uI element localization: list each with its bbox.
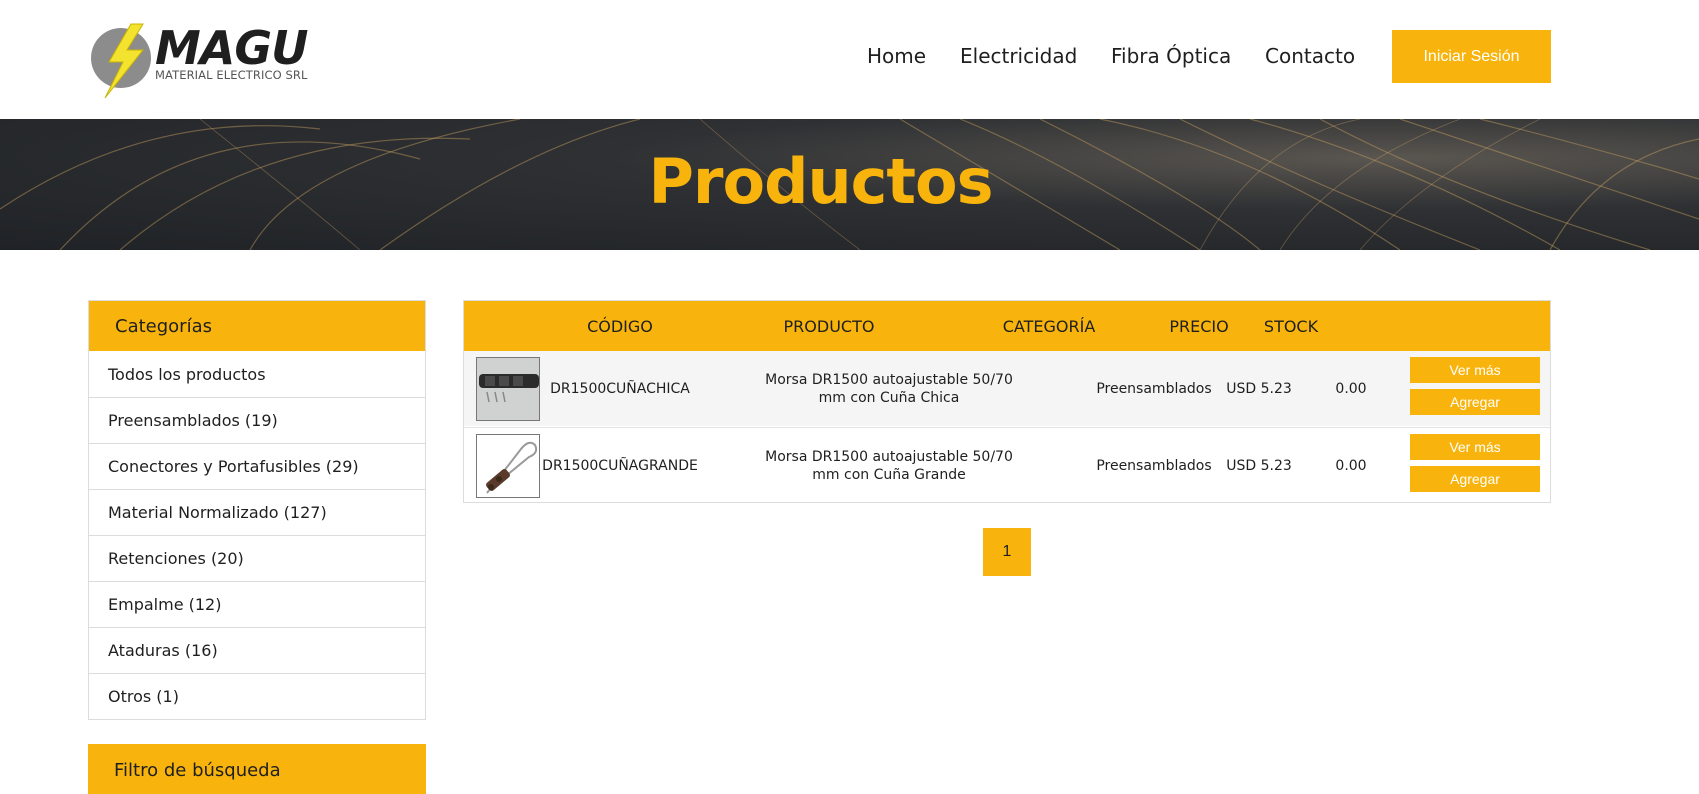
site-header: MAGU MATERIAL ELECTRICO SRL Home Electri… <box>0 0 1699 119</box>
add-to-cart-button[interactable]: Agregar <box>1410 466 1540 492</box>
nav-home[interactable]: Home <box>867 44 926 68</box>
header-categoria: CATEGORÍA <box>1002 316 1096 336</box>
header-precio: PRECIO <box>1169 316 1229 336</box>
nav-fibra-optica[interactable]: Fibra Óptica <box>1111 44 1231 68</box>
category-preensamblados[interactable]: Preensamblados (19) <box>89 397 425 443</box>
product-price: USD 5.23 <box>1226 457 1292 474</box>
category-ataduras[interactable]: Ataduras (16) <box>89 627 425 673</box>
product-price: USD 5.23 <box>1226 380 1292 397</box>
category-retenciones[interactable]: Retenciones (20) <box>89 535 425 581</box>
search-filter-title: Filtro de búsqueda <box>88 744 426 794</box>
header-stock: STOCK <box>1263 316 1319 336</box>
table-header: CÓDIGO PRODUCTO CATEGORÍA PRECIO STOCK <box>464 301 1550 351</box>
add-to-cart-button[interactable]: Agregar <box>1410 389 1540 415</box>
hero-banner: Productos <box>0 119 1699 250</box>
view-more-button[interactable]: Ver más <box>1410 434 1540 460</box>
page-title: Productos <box>648 145 993 218</box>
nav-electricidad[interactable]: Electricidad <box>960 44 1077 68</box>
category-otros[interactable]: Otros (1) <box>89 673 425 719</box>
product-thumbnail[interactable] <box>476 434 540 498</box>
category-empalme[interactable]: Empalme (12) <box>89 581 425 627</box>
header-codigo: CÓDIGO <box>587 316 653 336</box>
categories-panel: Categorías Todos los productos Preensamb… <box>88 300 426 720</box>
brand-tagline: MATERIAL ELECTRICO SRL <box>155 68 308 82</box>
category-material-normalizado[interactable]: Material Normalizado (127) <box>89 489 425 535</box>
products-table: CÓDIGO PRODUCTO CATEGORÍA PRECIO STOCK D… <box>463 300 1551 503</box>
table-row: DR1500CUÑACHICA Morsa DR1500 autoajustab… <box>464 351 1550 426</box>
product-stock: 0.00 <box>1335 380 1367 397</box>
clamp-image-icon <box>477 358 539 420</box>
category-todos[interactable]: Todos los productos <box>89 351 425 397</box>
clamp-image-icon <box>477 435 539 497</box>
pagination-page-1[interactable]: 1 <box>983 528 1031 576</box>
product-name: Morsa DR1500 autoajustable 50/70 mm con … <box>765 371 1013 406</box>
product-code: DR1500CUÑAGRANDE <box>542 457 698 474</box>
login-button[interactable]: Iniciar Sesión <box>1392 30 1551 83</box>
product-name: Morsa DR1500 autoajustable 50/70 mm con … <box>765 448 1013 483</box>
categories-title: Categorías <box>89 301 425 351</box>
brand-name: MAGU <box>155 21 308 75</box>
brand-logo[interactable]: MAGU MATERIAL ELECTRICO SRL <box>91 22 323 100</box>
header-producto: PRODUCTO <box>783 316 875 336</box>
product-thumbnail[interactable] <box>476 357 540 421</box>
product-code: DR1500CUÑACHICA <box>550 380 690 397</box>
view-more-button[interactable]: Ver más <box>1410 357 1540 383</box>
lightning-bolt-icon <box>91 23 151 99</box>
product-stock: 0.00 <box>1335 457 1367 474</box>
category-conectores[interactable]: Conectores y Portafusibles (29) <box>89 443 425 489</box>
table-row: DR1500CUÑAGRANDE Morsa DR1500 autoajusta… <box>464 427 1550 502</box>
nav-contacto[interactable]: Contacto <box>1265 44 1355 68</box>
